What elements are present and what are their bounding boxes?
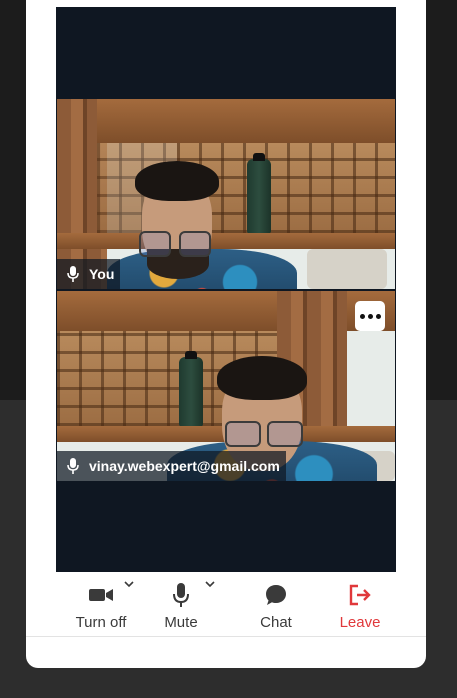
shelf — [57, 233, 395, 249]
participant-name-tag: You — [57, 259, 121, 289]
participant-name-tag: vinay.webexpert@gmail.com — [57, 451, 286, 481]
more-options-icon — [359, 313, 365, 319]
meeting-window: You vinay.webexpert@gmail.com Turn off M… — [26, 0, 426, 668]
leave-icon — [349, 584, 371, 606]
more-options-button[interactable] — [355, 301, 385, 331]
turn-off-label: Turn off — [75, 614, 127, 631]
video-stage: You vinay.webexpert@gmail.com — [56, 7, 396, 572]
chat-button[interactable]: Chat — [241, 582, 311, 631]
video-tile-self[interactable]: You — [57, 99, 395, 289]
participant-name: You — [89, 266, 115, 282]
mute-label: Mute — [164, 614, 198, 631]
hair — [135, 161, 219, 201]
glasses — [179, 231, 211, 257]
leave-label: Leave — [339, 614, 381, 631]
microphone-icon — [67, 266, 79, 282]
chevron-down-icon[interactable] — [205, 580, 215, 588]
chat-label: Chat — [260, 614, 292, 631]
video-camera-icon — [89, 589, 113, 601]
wood-rail — [97, 99, 395, 143]
microphone-icon — [173, 583, 189, 607]
bottle — [247, 159, 271, 234]
chevron-down-icon[interactable] — [124, 580, 134, 588]
hair — [217, 356, 307, 400]
leave-button[interactable]: Leave — [325, 582, 395, 631]
bottle — [179, 357, 203, 427]
glasses — [225, 421, 261, 447]
glasses — [267, 421, 303, 447]
bottle-cap — [253, 153, 265, 161]
glasses — [139, 231, 171, 257]
mute-button[interactable]: Mute — [146, 580, 216, 631]
video-tile-participant[interactable]: vinay.webexpert@gmail.com — [57, 291, 395, 481]
bottle-cap — [185, 351, 197, 359]
meeting-controls: Turn off Mute Chat Leave — [26, 580, 426, 642]
cushion — [307, 249, 387, 289]
chat-bubble-icon — [266, 585, 286, 605]
participant-name: vinay.webexpert@gmail.com — [89, 458, 280, 474]
turn-off-camera-button[interactable]: Turn off — [66, 580, 136, 631]
microphone-icon — [67, 458, 79, 474]
divider — [26, 636, 426, 637]
